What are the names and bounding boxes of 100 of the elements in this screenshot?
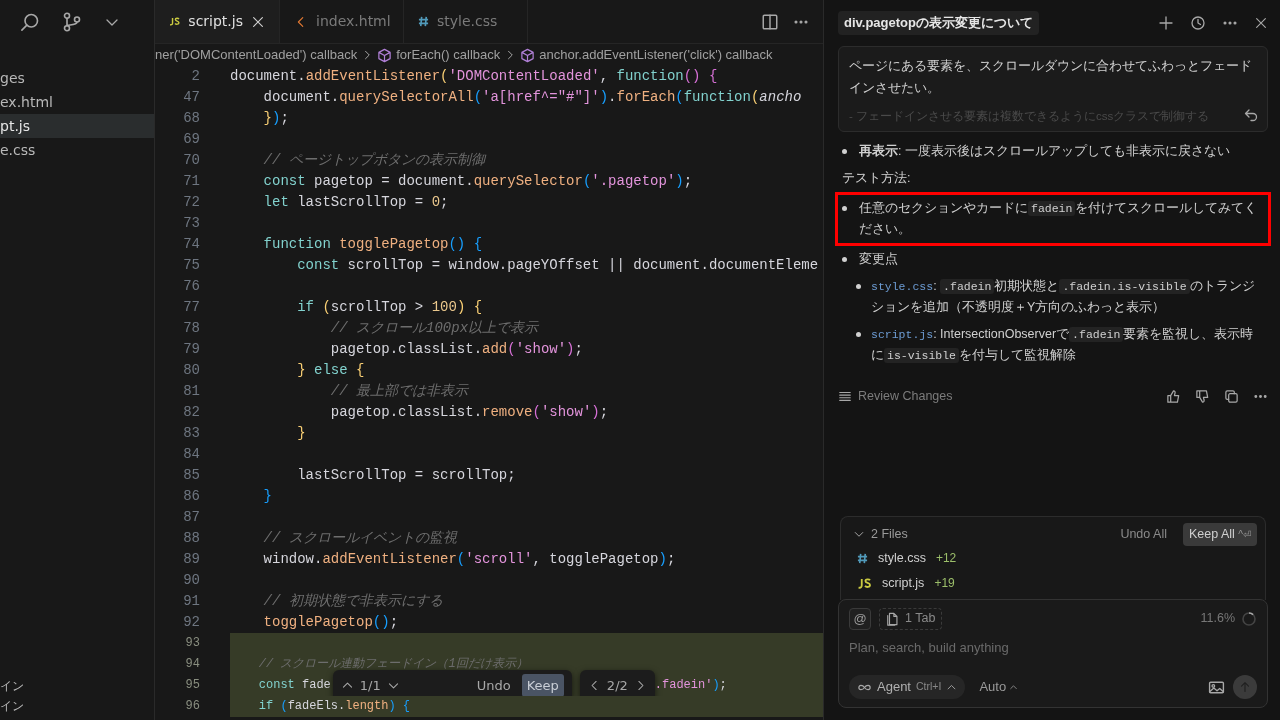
sidebar-item[interactable]: イン <box>0 696 154 716</box>
file-item[interactable]: pt.js <box>0 114 154 138</box>
code-line: } <box>296 424 306 443</box>
close-icon[interactable] <box>251 14 265 29</box>
js-file-icon <box>857 577 872 589</box>
line-number: 75 <box>182 256 201 275</box>
line-number: 83 <box>182 424 201 443</box>
line-number: 70 <box>182 151 201 170</box>
bullet-icon <box>842 149 847 154</box>
code-line: if (scrollTop > 100) { <box>296 298 483 317</box>
sidebar-item[interactable]: イン <box>0 676 154 696</box>
line-number: 73 <box>182 214 201 233</box>
line-number: 82 <box>182 403 201 422</box>
bullet-icon <box>842 206 847 211</box>
line-number: 81 <box>182 382 201 401</box>
undo-all-button[interactable]: Undo All <box>1114 522 1173 546</box>
file-item[interactable]: ex.html <box>0 90 154 114</box>
thumbs-down-icon[interactable] <box>1195 388 1210 404</box>
line-number: 71 <box>182 172 201 191</box>
code-line: lastScrollTop = scrollTop; <box>296 466 516 485</box>
chat-title: div.pagetopの表示変更について <box>838 11 1039 35</box>
review-changes-link[interactable]: Review Changes <box>858 387 953 406</box>
code-line: pagetop.classList.remove('show'); <box>329 403 609 422</box>
breadcrumb-item[interactable]: ner('DOMContentLoaded') callback <box>155 45 358 65</box>
tab-context-chip[interactable]: 1 Tab <box>879 607 943 630</box>
bullet-icon <box>856 284 861 289</box>
file-counter: 2/2 <box>606 677 628 695</box>
code-line: // スクロールイベントの監視 <box>262 529 457 548</box>
keep-all-button[interactable]: Keep All ^⏎ <box>1182 522 1257 546</box>
context-ring-icon <box>1241 610 1257 627</box>
mention-button[interactable]: @ <box>849 607 871 630</box>
file-item[interactable]: e.css <box>0 138 154 162</box>
section-heading: テスト方法: <box>842 170 911 187</box>
line-number: 77 <box>182 298 201 317</box>
prompt-field[interactable]: @ 1 Tab 11.6% Plan, search, build anything Agent Ctrl+I Auto <box>838 598 1268 708</box>
image-icon[interactable] <box>1208 678 1225 696</box>
code-fragment: const fade <box>257 677 331 694</box>
line-number: 95 <box>184 677 201 694</box>
changed-file-name[interactable]: script.js <box>882 573 925 593</box>
code-line: document.addEventListener('DOMContentLoaded', function() { <box>230 67 718 86</box>
line-number: 89 <box>182 550 201 569</box>
code-line: } <box>262 487 272 506</box>
code-fragment: .fadein'); <box>654 677 727 694</box>
line-number: 93 <box>184 635 201 652</box>
close-icon[interactable] <box>1254 16 1268 30</box>
cube-icon <box>520 47 536 63</box>
line-number: 72 <box>182 193 201 212</box>
code-line: const pagetop = document.querySelector('.pagetop'); <box>262 172 693 191</box>
agent-mode-button[interactable]: Agent Ctrl+I <box>849 675 966 699</box>
list-text: 再表示: 一度表示後はスクロールアップしても非表示に戻さない <box>859 143 1230 160</box>
copy-icon[interactable] <box>1224 388 1239 404</box>
line-number: 74 <box>182 235 201 254</box>
code-line: const scrollTop = window.pageYOffset || document.documentEleme <box>296 256 819 275</box>
list-icon <box>838 389 852 404</box>
code-line: // スクロール連動フェードイン（1回だけ表示） <box>257 656 528 673</box>
line-number: 85 <box>182 466 201 485</box>
keep-button[interactable]: Keep <box>521 674 564 697</box>
undo-button[interactable]: Undo <box>471 674 516 697</box>
changed-file-name[interactable]: style.css <box>878 548 926 568</box>
list-text: 任意のセクションやカードに fadein を付けてスクロールしてみてください。 <box>859 200 1259 238</box>
line-number: 76 <box>182 277 201 296</box>
code-line: // ページトップボタンの表示制御 <box>262 151 485 170</box>
code-line: togglePagetop(); <box>262 613 399 632</box>
code-line: // 初期状態で非表示にする <box>262 592 443 611</box>
search-icon[interactable] <box>20 12 40 32</box>
line-number: 86 <box>182 487 201 506</box>
line-number: 2 <box>190 67 201 86</box>
line-number: 78 <box>182 319 201 338</box>
split-editor-icon[interactable] <box>761 12 779 31</box>
line-number: 47 <box>182 88 201 107</box>
code-line: // スクロール100px以上で表示 <box>329 319 539 338</box>
files-icon <box>886 611 900 626</box>
code-line: if (fadeEls.length) { <box>257 698 411 715</box>
breadcrumb-item[interactable]: forEach() callback <box>396 45 501 65</box>
file-item[interactable]: ges <box>0 66 154 90</box>
branch-icon[interactable] <box>62 12 82 32</box>
line-number: 90 <box>182 571 201 590</box>
line-number: 94 <box>184 656 201 673</box>
model-button[interactable]: Auto <box>973 676 1025 698</box>
hunk-counter: 1/1 <box>359 677 381 695</box>
code-line: } else { <box>296 361 365 380</box>
files-count[interactable]: 2 Files <box>871 524 908 544</box>
code-line: // 最上部では非表示 <box>329 382 469 401</box>
line-number: 96 <box>184 698 201 715</box>
line-number: 80 <box>182 361 201 380</box>
code-line: pagetop.classList.add('show'); <box>329 340 583 359</box>
thumbs-up-icon[interactable] <box>1166 388 1181 404</box>
history-icon[interactable] <box>1190 15 1206 31</box>
line-number: 69 <box>182 130 201 149</box>
plus-icon[interactable] <box>1158 15 1174 31</box>
breadcrumb-item[interactable]: anchor.addEventListener('click') callback <box>539 45 773 65</box>
editor-tab[interactable]: script.js <box>155 0 280 43</box>
bullet-icon <box>842 257 847 262</box>
arrow-up-icon <box>1238 680 1252 694</box>
undo-icon[interactable] <box>1243 107 1259 123</box>
line-number: 91 <box>182 592 201 611</box>
list-text: script.js: IntersectionObserverで .fadein 要素を監視し、表示時に is-visible を付与して監視解除 <box>871 326 1255 365</box>
line-number: 84 <box>182 445 201 464</box>
line-number: 87 <box>182 508 201 527</box>
hash-file-icon <box>857 552 868 564</box>
